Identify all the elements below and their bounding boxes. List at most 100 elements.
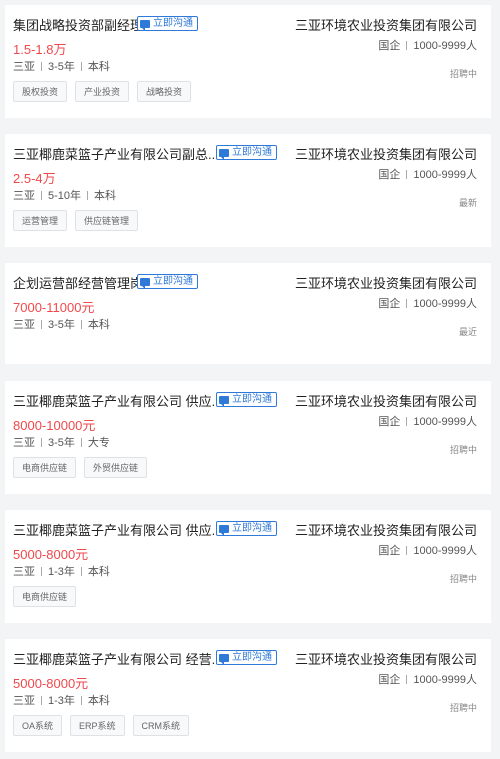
- education: 大专: [87, 437, 110, 449]
- divider: [41, 319, 42, 329]
- salary: 2.5-4万: [13, 171, 56, 186]
- company-name[interactable]: 三亚环境农业投资集团有限公司: [295, 391, 477, 410]
- chat-label: 立即沟通: [232, 394, 272, 405]
- job-title[interactable]: 三亚椰鹿菜篮子产业有限公司副总...: [13, 144, 219, 163]
- company-name[interactable]: 三亚环境农业投资集团有限公司: [295, 15, 477, 34]
- salary: 1.5-1.8万: [13, 42, 67, 57]
- job-meta: 三亚 3-5年 大专: [13, 434, 110, 450]
- status-badge: 招聘中: [449, 69, 477, 79]
- divider: [80, 566, 82, 576]
- chat-icon: [219, 148, 229, 160]
- company-name[interactable]: 三亚环境农业投资集团有限公司: [295, 649, 477, 668]
- status-badge: 招聘中: [449, 574, 477, 584]
- chat-button[interactable]: 立即沟通: [216, 145, 277, 160]
- job-meta: 三亚 1-3年 本科: [13, 563, 110, 579]
- experience: 1-3年: [48, 695, 75, 707]
- job-card[interactable]: 三亚椰鹿菜篮子产业有限公司 供应... 立即沟通 5000-8000元 三亚 1-…: [5, 510, 491, 623]
- divider: [41, 61, 42, 71]
- experience: 3-5年: [48, 437, 75, 449]
- job-card[interactable]: 三亚椰鹿菜篮子产业有限公司副总... 立即沟通 2.5-4万 三亚 5-10年 本科…: [5, 134, 491, 247]
- divider: [41, 566, 42, 576]
- divider: [406, 298, 408, 308]
- skill-tag: 战略投资: [137, 81, 192, 102]
- company-size: 1000-9999人: [413, 40, 477, 52]
- skill-tag: 外贸供应链: [84, 457, 148, 478]
- chat-label: 立即沟通: [232, 652, 272, 663]
- chat-label: 立即沟通: [153, 276, 193, 287]
- education: 本科: [87, 61, 110, 73]
- job-meta: 三亚 1-3年 本科: [13, 692, 110, 708]
- tag-list: 电商供应链: [13, 586, 84, 607]
- skill-tag: CRM系统: [132, 715, 190, 736]
- chat-label: 立即沟通: [153, 18, 193, 29]
- divider: [80, 695, 82, 705]
- education: 本科: [87, 319, 110, 331]
- company-name[interactable]: 三亚环境农业投资集团有限公司: [295, 144, 477, 163]
- company-size: 1000-9999人: [413, 674, 477, 686]
- company-info: 国企 1000-9999人: [378, 671, 477, 687]
- chat-button[interactable]: 立即沟通: [137, 274, 198, 289]
- tag-list: 股权投资 产业投资 战略投资: [13, 81, 199, 102]
- tag-list: OA系统 ERP系统 CRM系统: [13, 715, 197, 736]
- job-meta: 三亚 5-10年 本科: [13, 187, 116, 203]
- education: 本科: [87, 695, 110, 707]
- experience: 5-10年: [48, 190, 82, 202]
- company-name[interactable]: 三亚环境农业投资集团有限公司: [295, 520, 477, 539]
- company-type: 国企: [378, 40, 401, 52]
- salary: 5000-8000元: [13, 676, 89, 691]
- city: 三亚: [13, 190, 35, 202]
- divider: [80, 61, 82, 71]
- salary: 5000-8000元: [13, 547, 89, 562]
- divider: [87, 190, 89, 200]
- chat-label: 立即沟通: [232, 147, 272, 158]
- chat-icon: [219, 395, 229, 407]
- divider: [80, 319, 82, 329]
- company-type: 国企: [378, 416, 401, 428]
- job-card[interactable]: 集团战略投资部副经理 立即沟通 1.5-1.8万 三亚 3-5年 本科 股权投资 产…: [5, 5, 491, 118]
- skill-tag: 供应链管理: [75, 210, 139, 231]
- chat-icon: [219, 524, 229, 536]
- chat-button[interactable]: 立即沟通: [137, 16, 198, 31]
- company-type: 国企: [378, 169, 401, 181]
- status-badge: 最新: [458, 198, 477, 208]
- status-badge: 招聘中: [449, 703, 477, 713]
- chat-label: 立即沟通: [232, 523, 272, 534]
- chat-icon: [219, 653, 229, 665]
- company-size: 1000-9999人: [413, 298, 477, 310]
- experience: 3-5年: [48, 61, 75, 73]
- job-card[interactable]: 企划运营部经营管理岗 立即沟通 7000-11000元 三亚 3-5年 本科 三亚环…: [5, 263, 491, 364]
- company-size: 1000-9999人: [413, 545, 477, 557]
- skill-tag: 运营管理: [13, 210, 68, 231]
- experience: 1-3年: [48, 566, 75, 578]
- skill-tag: 产业投资: [75, 81, 130, 102]
- salary: 7000-11000元: [13, 300, 95, 315]
- chat-icon: [140, 277, 150, 289]
- divider: [406, 169, 408, 179]
- job-meta: 三亚 3-5年 本科: [13, 316, 110, 332]
- tag-list: 电商供应链 外贸供应链: [13, 457, 155, 478]
- skill-tag: 电商供应链: [13, 457, 77, 478]
- job-title[interactable]: 企划运营部经营管理岗: [13, 273, 143, 292]
- status-badge: 招聘中: [449, 445, 477, 455]
- skill-tag: ERP系统: [70, 715, 125, 736]
- job-title[interactable]: 三亚椰鹿菜篮子产业有限公司 供应...: [13, 520, 222, 539]
- company-info: 国企 1000-9999人: [378, 295, 477, 311]
- divider: [406, 416, 408, 426]
- job-title[interactable]: 集团战略投资部副经理: [13, 15, 143, 34]
- education: 本科: [87, 566, 110, 578]
- city: 三亚: [13, 437, 35, 449]
- job-card[interactable]: 三亚椰鹿菜篮子产业有限公司 经营... 立即沟通 5000-8000元 三亚 1-…: [5, 639, 491, 752]
- job-title[interactable]: 三亚椰鹿菜篮子产业有限公司 经营...: [13, 649, 222, 668]
- chat-icon: [140, 19, 150, 31]
- chat-button[interactable]: 立即沟通: [216, 650, 277, 665]
- skill-tag: 电商供应链: [13, 586, 77, 607]
- company-name[interactable]: 三亚环境农业投资集团有限公司: [295, 273, 477, 292]
- job-card[interactable]: 三亚椰鹿菜篮子产业有限公司 供应... 立即沟通 8000-10000元 三亚 3…: [5, 381, 491, 494]
- chat-button[interactable]: 立即沟通: [216, 521, 277, 536]
- job-title[interactable]: 三亚椰鹿菜篮子产业有限公司 供应...: [13, 391, 222, 410]
- skill-tag: 股权投资: [13, 81, 68, 102]
- divider: [80, 437, 82, 447]
- company-info: 国企 1000-9999人: [378, 37, 477, 53]
- chat-button[interactable]: 立即沟通: [216, 392, 277, 407]
- company-info: 国企 1000-9999人: [378, 542, 477, 558]
